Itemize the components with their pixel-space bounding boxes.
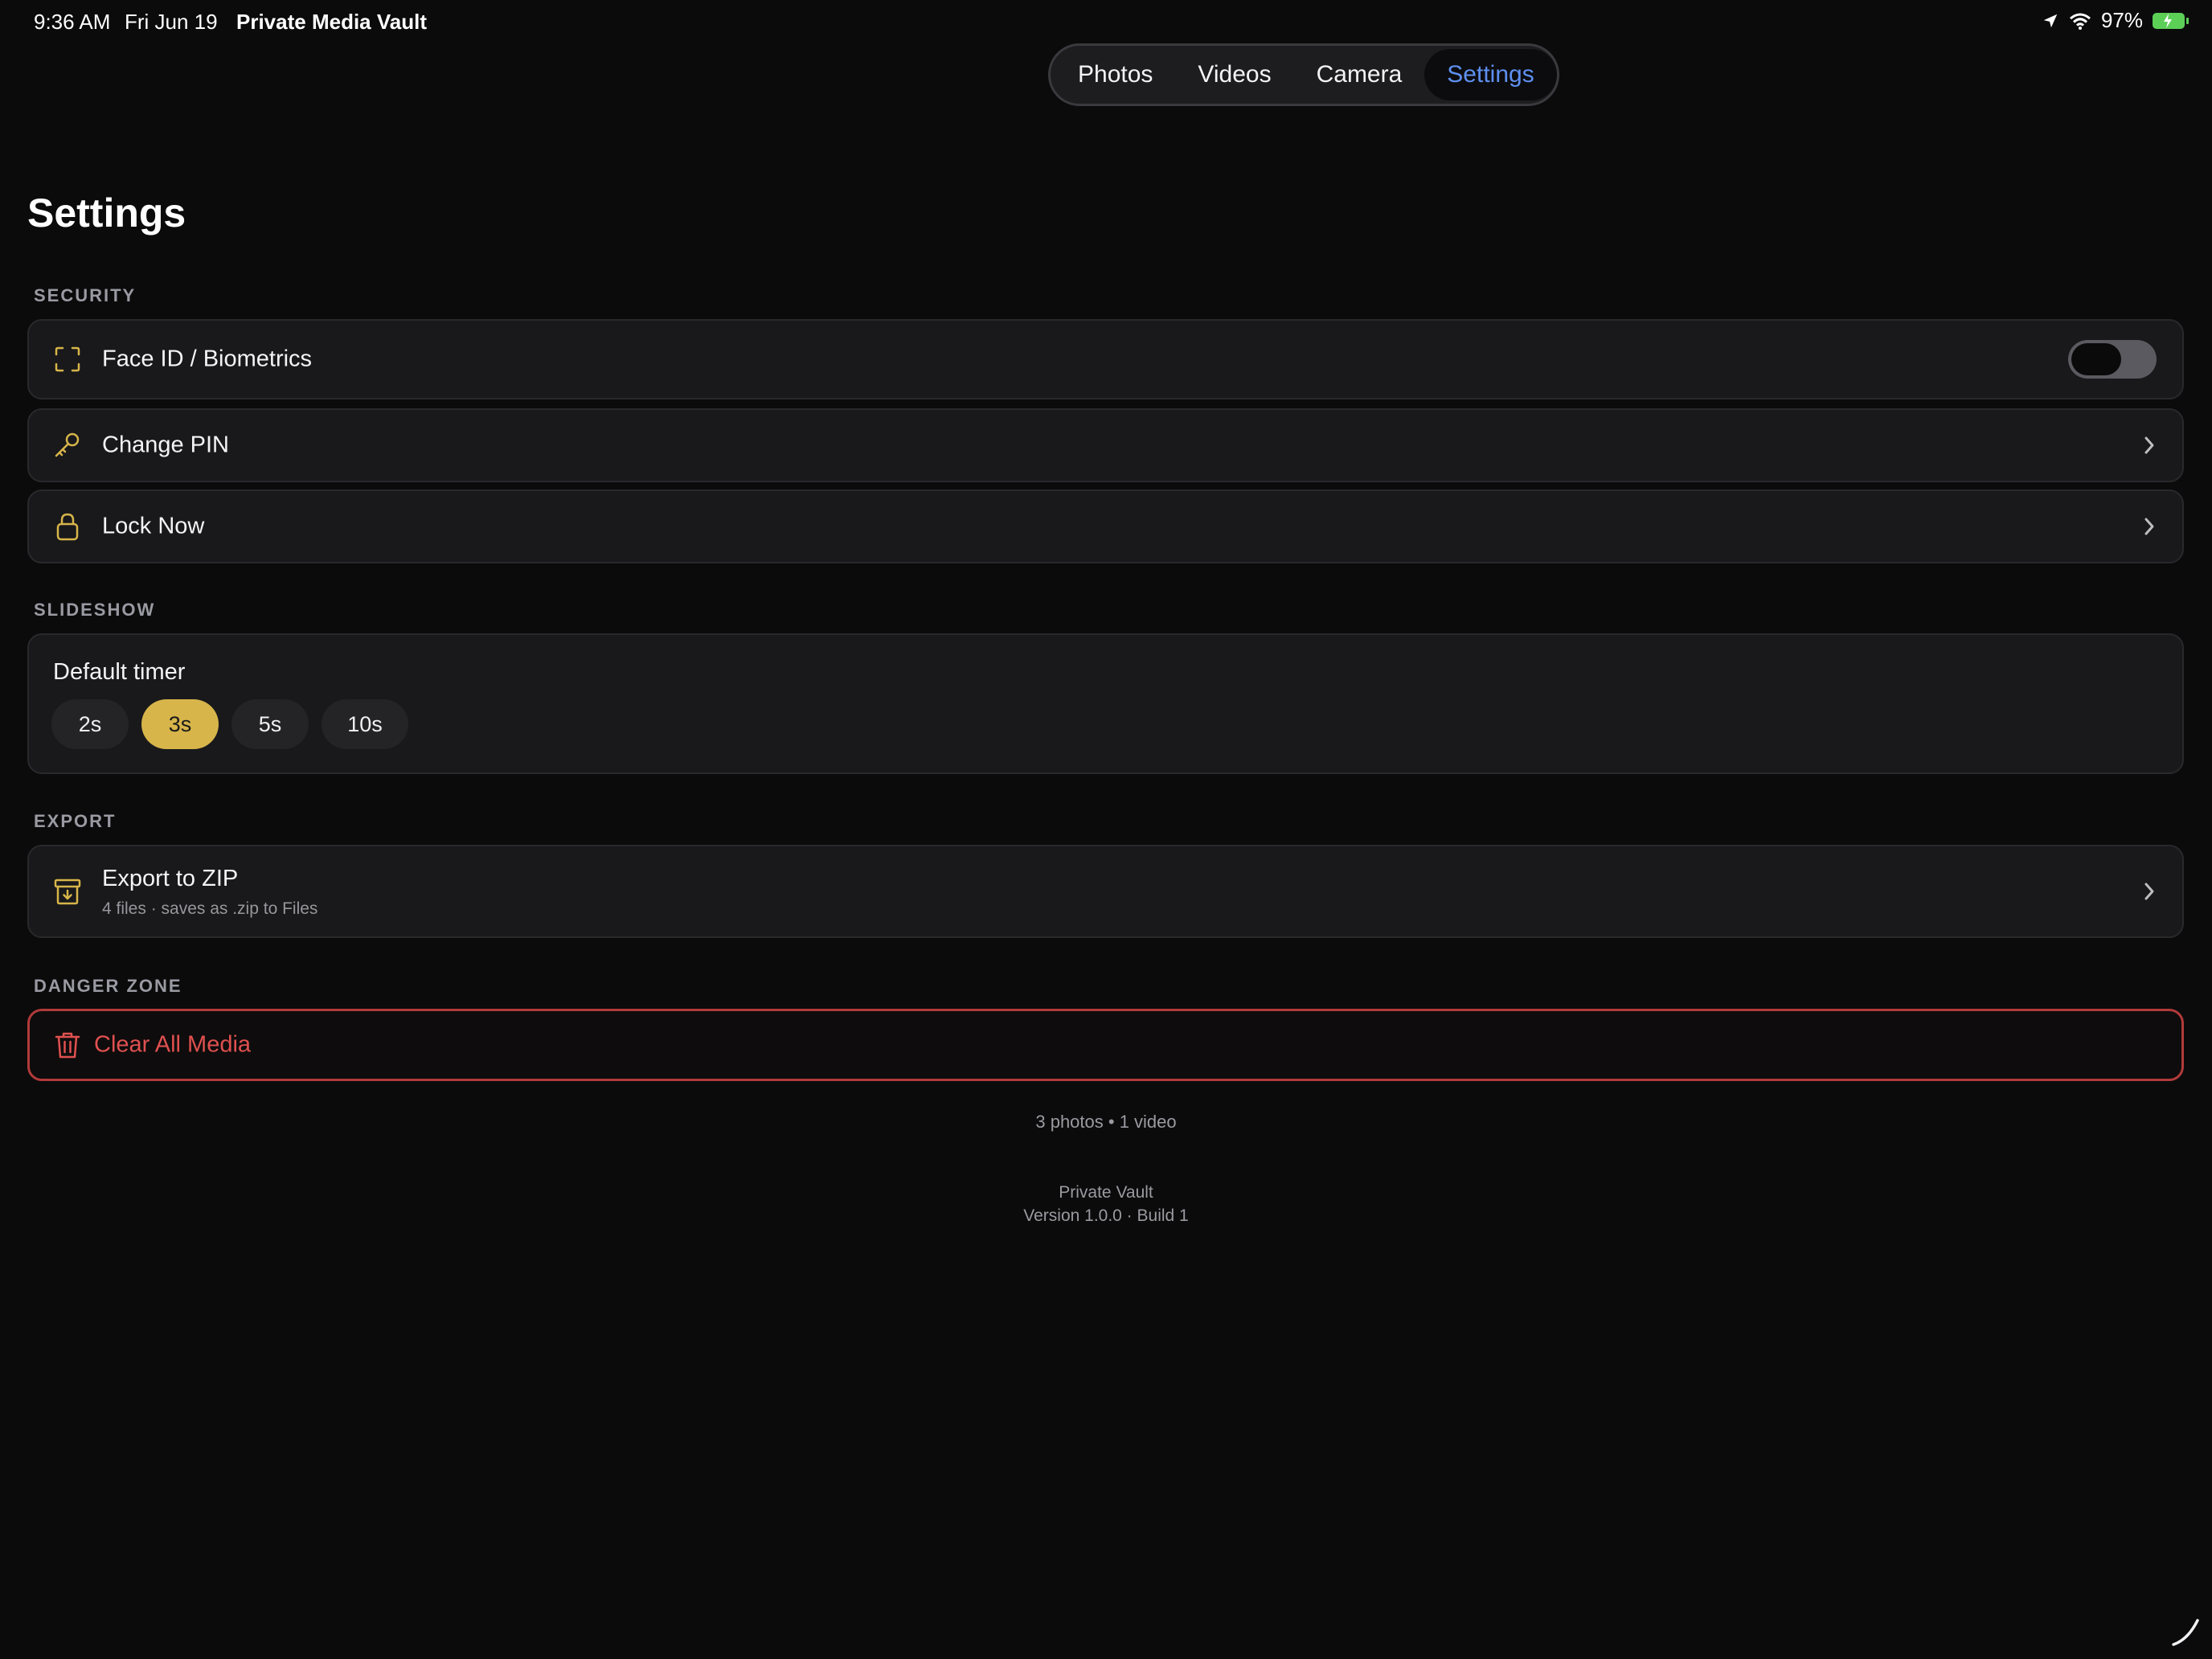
status-app-name: Private Media Vault	[236, 10, 427, 34]
archive-icon	[54, 879, 81, 905]
chevron-right-icon	[2144, 436, 2154, 454]
lock-icon	[56, 513, 79, 541]
export-zip-subtitle: 4 files · saves as .zip to Files	[102, 899, 318, 918]
scribble-corner-icon	[2172, 1619, 2199, 1646]
page-title: Settings	[27, 190, 186, 236]
change-pin-label: Change PIN	[102, 432, 229, 458]
face-id-label: Face ID / Biometrics	[102, 346, 313, 372]
status-bar: 9:36 AM Fri Jun 19 Private Media Vault 9…	[0, 0, 2212, 45]
timer-options: 2s 3s 5s 10s	[51, 699, 408, 749]
face-id-icon	[55, 346, 80, 372]
tab-settings[interactable]: Settings	[1424, 49, 1557, 100]
key-icon	[55, 432, 80, 457]
face-id-toggle[interactable]	[2068, 340, 2157, 379]
battery-icon	[2153, 12, 2189, 29]
status-indicators: 97%	[2042, 8, 2189, 33]
main-tab-bar: Photos Videos Camera Settings	[1048, 43, 1559, 106]
timer-option-2s[interactable]: 2s	[51, 699, 129, 749]
battery-percent: 97%	[2100, 8, 2143, 32]
trash-icon	[55, 1032, 80, 1059]
slideshow-timer-card: Default timer 2s 3s 5s 10s	[27, 633, 2184, 774]
chevron-right-icon	[2144, 883, 2154, 900]
section-export-header: EXPORT	[34, 811, 117, 831]
wifi-icon	[2069, 13, 2091, 30]
timer-option-5s[interactable]: 5s	[231, 699, 309, 749]
media-count: 3 photos • 1 video	[1035, 1112, 1177, 1132]
clear-all-media-label: Clear All Media	[94, 1031, 252, 1058]
export-zip-label: Export to ZIP	[102, 866, 239, 891]
section-danger-zone-header: DANGER ZONE	[34, 976, 182, 996]
tab-camera[interactable]: Camera	[1294, 49, 1425, 100]
app-version: Version 1.0.0 · Build 1	[1023, 1206, 1189, 1225]
app-name: Private Vault	[1059, 1183, 1153, 1202]
toggle-knob	[2071, 343, 2121, 375]
lock-now-row[interactable]: Lock Now	[27, 490, 2184, 563]
face-id-row[interactable]: Face ID / Biometrics	[27, 319, 2184, 399]
status-time: 9:36 AM	[34, 10, 111, 34]
change-pin-row[interactable]: Change PIN	[27, 408, 2184, 482]
tab-videos[interactable]: Videos	[1175, 49, 1293, 100]
location-icon	[2043, 14, 2058, 27]
timer-option-3s[interactable]: 3s	[141, 699, 219, 749]
timer-option-10s[interactable]: 10s	[322, 699, 408, 749]
section-slideshow-header: SLIDESHOW	[34, 600, 156, 620]
clear-all-media-button[interactable]: Clear All Media	[27, 1009, 2184, 1081]
lock-now-label: Lock Now	[102, 513, 205, 539]
default-timer-label: Default timer	[53, 659, 186, 685]
section-security-header: SECURITY	[34, 285, 137, 305]
export-zip-row[interactable]: Export to ZIP 4 files · saves as .zip to…	[27, 845, 2184, 938]
status-date: Fri Jun 19	[125, 10, 218, 34]
chevron-right-icon	[2144, 518, 2154, 535]
tab-photos[interactable]: Photos	[1055, 49, 1175, 100]
